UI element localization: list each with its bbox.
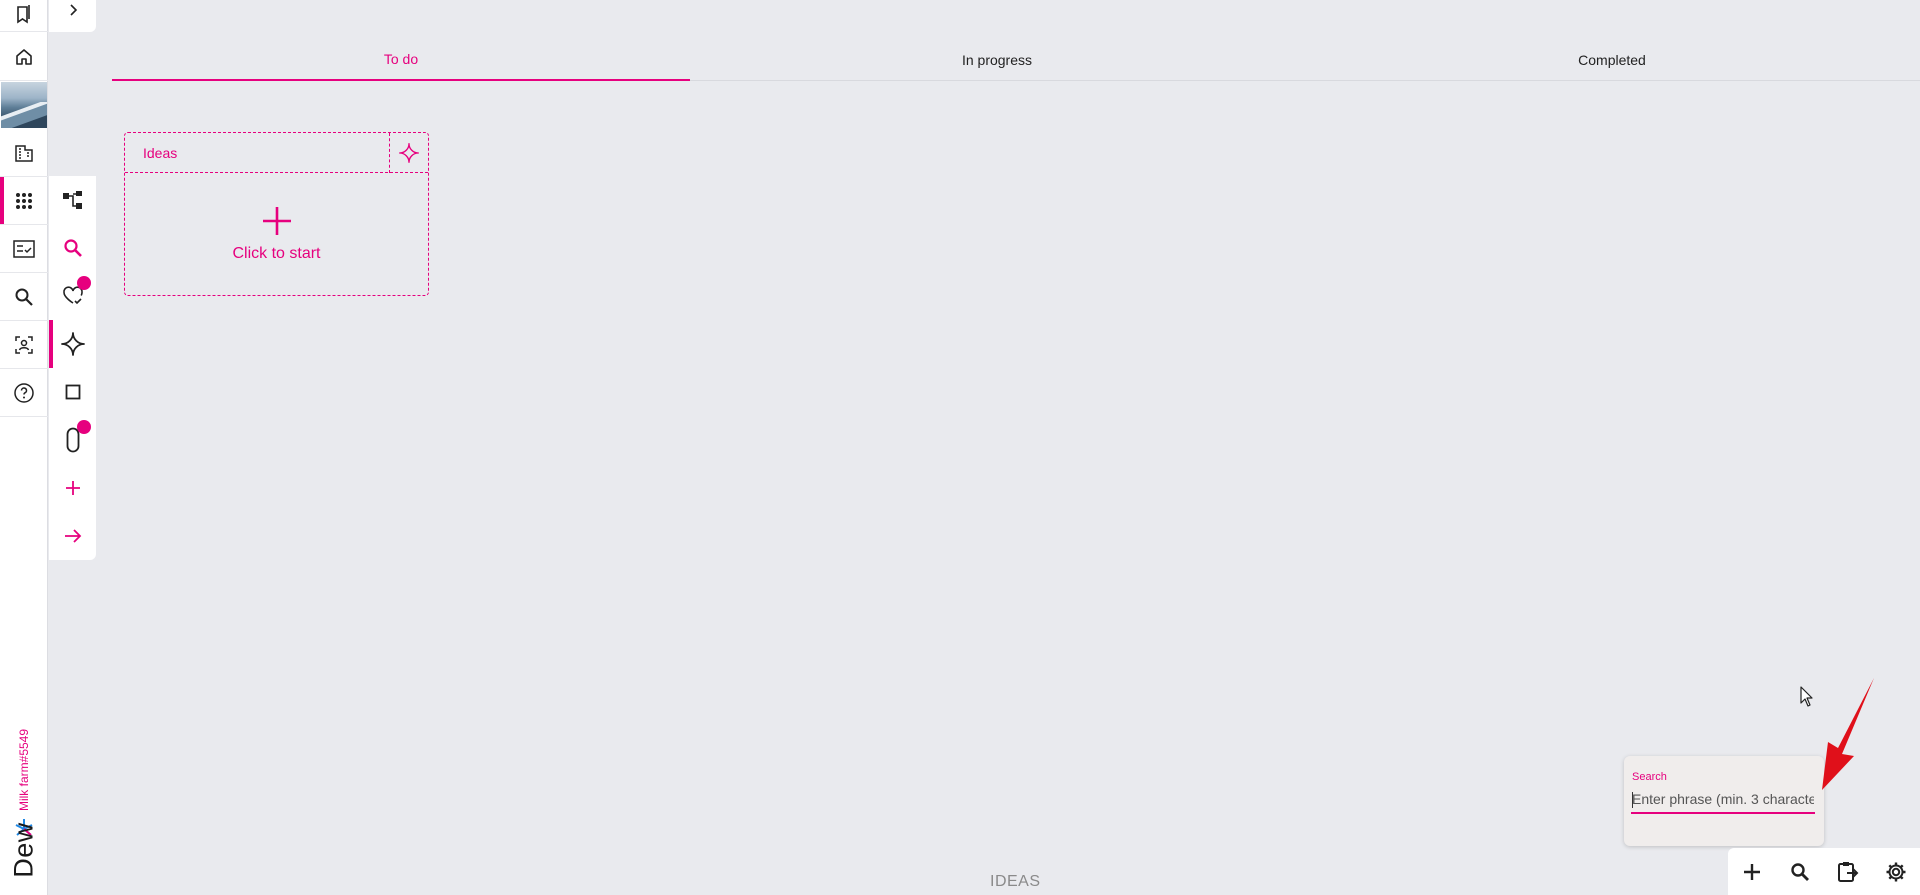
- sparkle-icon: [60, 332, 85, 356]
- forward-button[interactable]: [49, 512, 96, 560]
- main-sidebar: Milk farm#5549 Dew: [0, 0, 48, 895]
- module-search-button[interactable]: [49, 224, 96, 272]
- ideas-card-title: Ideas: [143, 145, 178, 161]
- apps-grid-icon: [16, 192, 32, 209]
- search-icon: [1791, 862, 1809, 881]
- view-title: IDEAS: [990, 873, 1041, 890]
- toolbar-clipboard-button[interactable]: [1824, 848, 1872, 895]
- home-icon: [16, 48, 32, 65]
- chevron-right-icon: [69, 4, 77, 16]
- arrow-right-icon: [64, 529, 81, 543]
- ideas-module-button[interactable]: [49, 320, 96, 368]
- ideas-card: Ideas Click to start: [124, 132, 429, 296]
- sparkle-icon: [399, 143, 419, 163]
- ideas-sparkle-button[interactable]: [389, 133, 428, 173]
- plus-icon: [262, 207, 291, 235]
- square-icon: [65, 384, 80, 400]
- tasks-button[interactable]: [0, 225, 48, 273]
- favorites-button[interactable]: 0: [49, 272, 96, 320]
- tab-to-do[interactable]: To do: [112, 38, 690, 81]
- annotation-arrow-icon: [1822, 678, 1874, 790]
- pill-button[interactable]: 3: [49, 416, 96, 464]
- add-button[interactable]: [49, 464, 96, 512]
- search-input[interactable]: [1631, 786, 1815, 814]
- hierarchy-button[interactable]: [49, 176, 96, 224]
- click-to-start-label: Click to start: [232, 245, 321, 262]
- home-button[interactable]: [0, 33, 48, 81]
- click-to-start-button[interactable]: Click to start: [125, 173, 428, 295]
- ideas-card-header: Ideas: [125, 133, 428, 173]
- apps-button[interactable]: [0, 177, 48, 225]
- scan-person-icon: [15, 335, 33, 354]
- search-button[interactable]: [0, 273, 48, 321]
- search-label: Search: [1632, 771, 1667, 783]
- tab-in-progress[interactable]: In progress: [708, 38, 1286, 81]
- bookmarks-button[interactable]: [0, 0, 48, 32]
- status-tabs: To do In progress Completed: [112, 38, 1920, 81]
- toolbar-search-button[interactable]: [1776, 848, 1824, 895]
- brand-name: Dew: [8, 822, 39, 878]
- toolbar-add-button[interactable]: [1728, 848, 1776, 895]
- square-button[interactable]: [49, 368, 96, 416]
- bookmarks-icon: [17, 4, 30, 23]
- tab-completed[interactable]: Completed: [1323, 38, 1901, 81]
- bottom-toolbar: [1728, 848, 1920, 895]
- project-thumbnail[interactable]: [1, 82, 47, 128]
- hierarchy-icon: [62, 191, 82, 209]
- search-icon: [15, 288, 33, 306]
- plus-icon: [65, 481, 80, 495]
- help-button[interactable]: [0, 369, 48, 417]
- building-icon: [15, 144, 33, 162]
- help-icon: [14, 382, 34, 403]
- text-caret: [1632, 792, 1633, 808]
- buildings-button[interactable]: [0, 129, 48, 177]
- scan-button[interactable]: [0, 321, 48, 369]
- toolbar-settings-button[interactable]: [1872, 848, 1920, 895]
- expand-sidebar-button[interactable]: [49, 0, 96, 32]
- search-icon: [63, 239, 82, 257]
- plus-icon: [1744, 863, 1760, 880]
- pill-badge: 3: [77, 420, 91, 434]
- clipboard-share-icon: [1838, 861, 1859, 882]
- gear-icon: [1886, 862, 1906, 881]
- search-popup: Search: [1624, 756, 1824, 846]
- module-sidebar: 0 3: [49, 176, 96, 560]
- task-list-icon: [13, 239, 35, 258]
- favorites-badge: 0: [77, 276, 91, 290]
